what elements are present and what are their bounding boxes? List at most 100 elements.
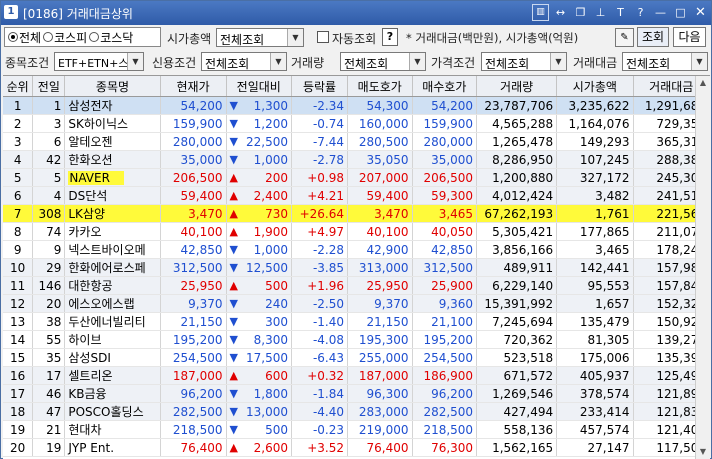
table-row[interactable]: 19 21 현대차 218,500 ▼ 500 -0.23 219,000 218,500 558… [3, 420, 710, 439]
column-header[interactable]: 종목명 [64, 76, 161, 97]
stock-name-cell[interactable]: JYP Ent. [64, 438, 161, 457]
volume-select[interactable]: 전체조회 ▼ [340, 52, 426, 71]
rate-cell: -1.40 [291, 312, 348, 331]
price-condition-select[interactable]: 전체조회 ▼ [481, 52, 567, 71]
column-header[interactable]: 순위 [3, 76, 34, 97]
rate-cell: -1.84 [291, 384, 348, 403]
stock-name-cell[interactable]: LK삼양 [64, 204, 161, 223]
query-button[interactable]: 조회 [637, 27, 669, 47]
column-header[interactable]: 전일 [32, 76, 66, 97]
scroll-up-icon[interactable]: ▲ [696, 76, 710, 90]
auto-query-checkbox[interactable] [317, 31, 329, 43]
stock-name-cell[interactable]: 카카오 [64, 222, 161, 241]
table-row[interactable]: 9 9 넥스트바이오메 42,850 ▼ 1,000 -2.28 42,900 42,850 3,… [3, 240, 710, 259]
table-row[interactable]: 17 46 KB금융 96,200 ▼ 1,800 -1.84 96,300 96,200 1,2… [3, 384, 710, 403]
copy-icon[interactable]: ❐ [572, 4, 589, 21]
stock-name-cell[interactable]: 두산에너빌리티 [64, 312, 161, 331]
stock-name-cell[interactable]: 현대차 [64, 420, 161, 439]
change-value: 8,300 [253, 332, 288, 347]
help-button[interactable]: ? [382, 28, 398, 46]
market-radio-0[interactable]: 전체 [8, 29, 41, 46]
stock-name-cell[interactable]: 삼성전자 [64, 96, 161, 115]
font-size-icon[interactable]: T [612, 4, 629, 21]
credit-condition-select[interactable]: 전체조회 ▼ [201, 52, 287, 71]
maximize-icon[interactable]: □ [672, 4, 689, 21]
close-icon[interactable]: ✕ [692, 4, 709, 21]
stock-name: JYP Ent. [68, 440, 115, 455]
ranking-grid: 순위 전일 종목명 현재가 전일대비 등락률 매도호가 매수호가 거래량 시가총액 거래대금 11삼… [3, 75, 710, 459]
stock-name-cell[interactable]: 한화오션 [64, 150, 161, 169]
amount-select[interactable]: 전체조회 ▼ [622, 52, 708, 71]
column-header[interactable]: 등락률 [291, 76, 348, 97]
table-row[interactable]: 1 1 삼성전자 54,200 ▼ 1,300 -2.34 54,300 54,200 23,78… [3, 96, 710, 115]
market-radio-1[interactable]: 코스피 [43, 29, 87, 46]
bid-cell: 54,200 [412, 96, 478, 115]
change-value: 500 [265, 278, 288, 293]
stock-name-cell[interactable]: KB금융 [64, 384, 161, 403]
stock-name-cell[interactable]: 하이브 [64, 330, 161, 349]
link-icon[interactable]: ↔ [552, 4, 569, 21]
m-box-icon[interactable]: ▥ [532, 4, 549, 21]
stock-name-cell[interactable]: DS단석 [64, 186, 161, 205]
minimize-icon[interactable]: — [652, 4, 669, 21]
amount-value: 전체조회 [626, 57, 671, 71]
market-radio-2[interactable]: 코스닥 [89, 29, 133, 46]
stock-name-cell[interactable]: 대한항공 [64, 276, 161, 295]
column-header[interactable]: 매도호가 [347, 76, 413, 97]
stock-name-cell[interactable]: 에스오에스랩 [64, 294, 161, 313]
column-header[interactable]: 거래량 [476, 76, 558, 97]
change-cell: ▲ 2,600 [226, 438, 293, 457]
table-row[interactable]: 5 5 NAVER 206,500 ▲ 200 +0.98 207,000 206,500 1,2… [3, 168, 710, 187]
title-bar[interactable]: 1 [0186] 거래대금상위 ▥ ↔ ❐ ⊥ T? — □ ✕ [1, 1, 711, 25]
pin-icon[interactable]: ⊥ [592, 4, 609, 21]
stock-name: DS단석 [68, 189, 108, 203]
table-row[interactable]: 18 47 POSCO홀딩스 282,500 ▼ 13,000 -4.40 283,000 28… [3, 402, 710, 421]
table-row[interactable]: 14 55 하이브 195,200 ▼ 8,300 -4.08 195,300 195,200 7… [3, 330, 710, 349]
ask-cell: 96,300 [347, 384, 413, 403]
scroll-down-icon[interactable]: ▼ [696, 445, 710, 459]
prev-rank-cell: 29 [32, 258, 66, 277]
bid-cell: 3,465 [412, 204, 478, 223]
triangle-down-icon: ▼ [229, 351, 238, 364]
stock-name-cell[interactable]: POSCO홀딩스 [64, 402, 161, 421]
table-row[interactable]: 2 3 SK하이닉스 159,900 ▼ 1,200 -0.74 160,000 159,900… [3, 114, 710, 133]
trading-volume-rank-window: 1 [0186] 거래대금상위 ▥ ↔ ❐ ⊥ T? — □ ✕ 전체 코스피 코스닥 시가총액 … [0, 0, 712, 459]
table-row[interactable]: 3 6 알테오젠 280,000 ▼ 22,500 -7.44 280,500 280,000 1… [3, 132, 710, 151]
stock-name-cell[interactable]: 넥스트바이오메 [64, 240, 161, 259]
help-icon[interactable]: ? [632, 4, 649, 21]
table-row[interactable]: 20 19 JYP Ent. 76,400 ▲ 2,600 +3.52 76,400 76,30… [3, 438, 710, 457]
next-button[interactable]: 다음 [673, 27, 706, 47]
table-row[interactable]: 6 4 DS단석 59,400 ▲ 2,400 +4.21 59,400 59,300 4,012… [3, 186, 710, 205]
table-row[interactable]: 15 35 삼성SDI 254,500 ▼ 17,500 -6.43 255,000 254,5… [3, 348, 710, 367]
stock-name-cell[interactable]: 한화에어로스페 [64, 258, 161, 277]
item-condition-select[interactable]: ETF+ETN+스팩 ▼ [54, 52, 144, 71]
price-cell: 187,000 [160, 366, 227, 385]
column-header[interactable]: 전일대비 [226, 76, 293, 97]
table-row[interactable]: 10 29 한화에어로스페 312,500 ▼ 12,500 -3.85 313,000 312… [3, 258, 710, 277]
column-header[interactable]: 시가총액 [556, 76, 634, 97]
triangle-up-icon: ▲ [229, 189, 238, 202]
triangle-up-icon: ▲ [229, 225, 238, 238]
table-row[interactable]: 4 42 한화오션 35,000 ▼ 1,000 -2.78 35,050 35,000 8,28… [3, 150, 710, 169]
vertical-scrollbar[interactable]: ▲ ▼ [695, 76, 710, 459]
stock-name-cell[interactable]: NAVER [64, 168, 161, 187]
volume-cell: 4,565,288 [476, 114, 558, 133]
table-row[interactable]: 7 308 LK삼양 3,470 ▲ 730 +26.64 3,470 3,465 67,262,… [3, 204, 710, 223]
column-header[interactable]: 현재가 [160, 76, 227, 97]
price-cell: 254,500 [160, 348, 227, 367]
table-row[interactable]: 8 74 카카오 40,100 ▲ 1,900 +4.97 40,100 40,050 5,305… [3, 222, 710, 241]
stock-name-cell[interactable]: SK하이닉스 [64, 114, 161, 133]
ask-cell: 40,100 [347, 222, 413, 241]
stock-name-cell[interactable]: 셀트리온 [64, 366, 161, 385]
table-row[interactable]: 13 38 두산에너빌리티 21,150 ▼ 300 -1.40 21,150 21,100 7,… [3, 312, 710, 331]
stock-name-cell[interactable]: 알테오젠 [64, 132, 161, 151]
table-row[interactable]: 11 146 대한항공 25,950 ▲ 500 +1.96 25,950 25,900 6,22… [3, 276, 710, 295]
bid-cell: 312,500 [412, 258, 478, 277]
stock-name-cell[interactable]: 삼성SDI [64, 348, 161, 367]
settings-icon-button[interactable]: ✎ [615, 28, 634, 47]
table-row[interactable]: 16 17 셀트리온 187,000 ▲ 600 +0.32 187,000 186,900 67… [3, 366, 710, 385]
market-cap-cell: 1,761 [556, 204, 634, 223]
table-row[interactable]: 12 20 에스오에스랩 9,370 ▼ 240 -2.50 9,370 9,360 15,391… [3, 294, 710, 313]
market-cap-select[interactable]: 전체조회 ▼ [216, 28, 304, 47]
column-header[interactable]: 매수호가 [412, 76, 478, 97]
